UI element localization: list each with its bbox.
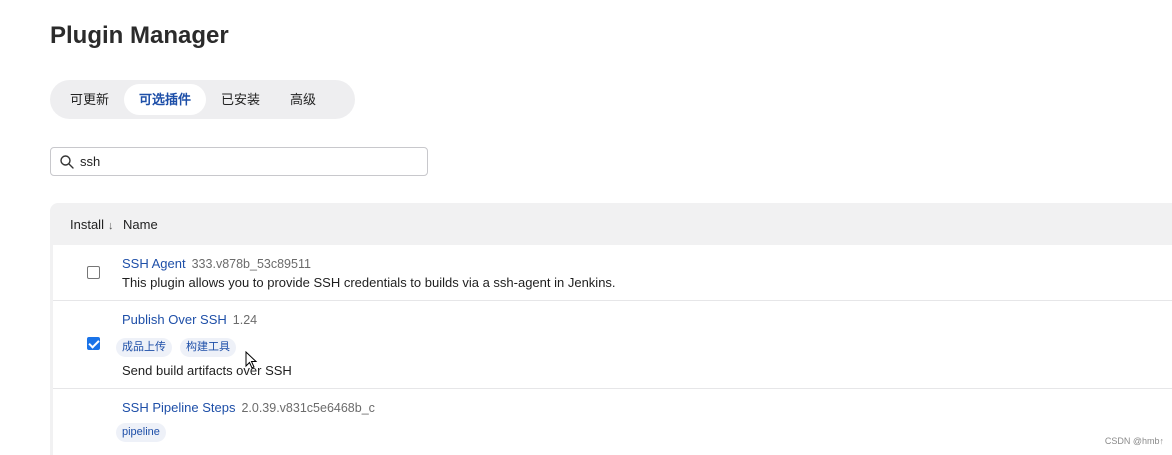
table-row: Publish Over SSH 1.24 成品上传 构建工具 Send buil… [53,300,1172,388]
table-row: SSH Agent 333.v878b_53c89511 This plugin … [53,245,1172,300]
plugin-name[interactable]: SSH Agent [122,256,186,271]
plugin-description: This plugin allows you to provide SSH cr… [122,275,616,290]
plugin-description: Send build artifacts over SSH [122,363,292,378]
tab-updates[interactable]: 可更新 [55,84,124,115]
category-tag[interactable]: 成品上传 [116,338,172,357]
sort-arrow-icon: ↓ [107,219,114,232]
tab-available[interactable]: 可选插件 [124,84,207,115]
plugin-version: 1.24 [232,313,258,327]
plugin-name[interactable]: Publish Over SSH [122,312,227,327]
plugin-name-link[interactable]: SSH Agent 333.v878b_53c89511 [122,256,311,271]
mouse-pointer-icon [245,351,258,369]
column-header-install[interactable]: Install ↓ [50,217,122,232]
plugin-name-link[interactable]: Publish Over SSH 1.24 [122,312,257,327]
search-box[interactable] [50,147,428,176]
plugin-version: 2.0.39.v831c5e6468b_c [241,401,375,415]
plugin-tabs: 可更新 可选插件 已安装 高级 [50,80,355,119]
watermark: CSDN @hmb↑ [1104,436,1164,446]
plugin-version: 333.v878b_53c89511 [191,257,311,271]
plugin-name-link[interactable]: SSH Pipeline Steps 2.0.39.v831c5e6468b_c [122,400,375,415]
tab-installed[interactable]: 已安装 [206,84,275,115]
category-tag[interactable]: pipeline [116,423,166,442]
search-icon [59,154,75,170]
search-input[interactable] [80,154,410,169]
page-title: Plugin Manager [50,22,229,49]
table-header: Install ↓ Name [50,203,1172,245]
install-checkbox[interactable] [87,337,100,350]
table-row: SSH Pipeline Steps 2.0.39.v831c5e6468b_c … [53,388,1172,455]
plugins-table: Install ↓ Name SSH Agent 333.v878b_53c8951… [50,203,1172,455]
plugin-name[interactable]: SSH Pipeline Steps [122,400,235,415]
install-header-label: Install [70,216,104,232]
column-header-name[interactable]: Name [122,217,158,232]
category-tag[interactable]: 构建工具 [180,338,236,357]
tab-advanced[interactable]: 高级 [275,84,331,115]
install-checkbox[interactable] [87,266,100,279]
